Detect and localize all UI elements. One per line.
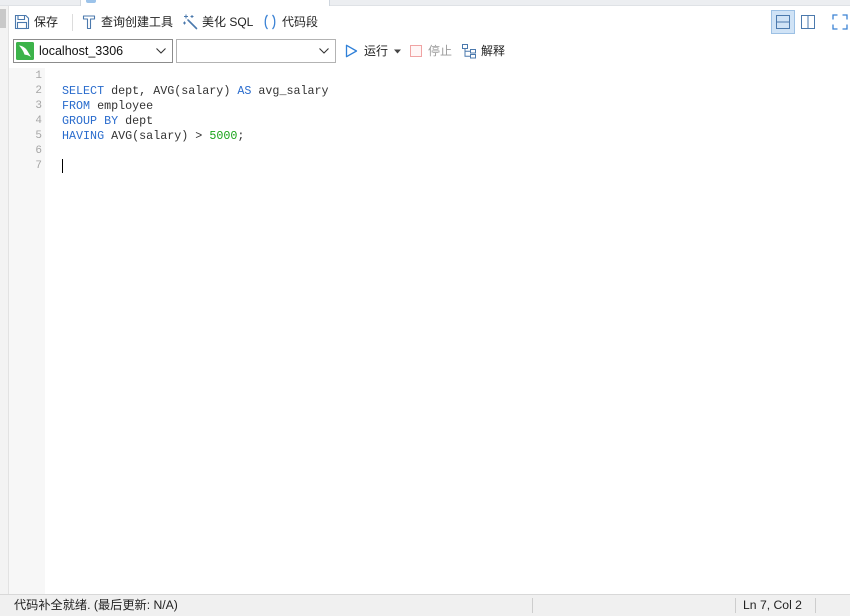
save-button[interactable]: 保存 bbox=[14, 14, 58, 30]
code-token: avg_salary bbox=[251, 84, 329, 98]
chevron-down-icon bbox=[319, 48, 329, 54]
run-label: 运行 bbox=[364, 44, 389, 58]
code-line[interactable] bbox=[62, 144, 850, 159]
explain-icon bbox=[461, 43, 477, 59]
chevron-down-icon bbox=[156, 48, 166, 54]
left-panel-edge bbox=[0, 6, 9, 594]
fullscreen-button[interactable] bbox=[832, 14, 848, 30]
split-vertical-icon bbox=[800, 14, 816, 30]
code-token: dept bbox=[118, 114, 154, 128]
code-line[interactable] bbox=[62, 69, 850, 84]
split-horizontal-view-button[interactable] bbox=[771, 10, 795, 34]
query-builder-button[interactable]: 查询创建工具 bbox=[81, 14, 173, 30]
mysql-connection-icon bbox=[16, 42, 34, 60]
code-line[interactable]: GROUP BY dept bbox=[62, 114, 850, 129]
code-token: FROM bbox=[62, 99, 91, 113]
line-number: 5 bbox=[35, 130, 42, 142]
code-token: employee bbox=[90, 99, 154, 113]
line-number: 7 bbox=[35, 160, 42, 172]
editor-toolbar: 保存 查询创建工具 美化 SQL 代码段 bbox=[0, 6, 850, 38]
line-number: 1 bbox=[35, 70, 42, 82]
explain-button[interactable]: 解释 bbox=[461, 43, 505, 59]
split-vertical-view-button[interactable] bbox=[796, 10, 820, 34]
code-line[interactable]: SELECT dept, AVG(salary) AS avg_salary bbox=[62, 84, 850, 99]
code-token: AVG(salary) > bbox=[104, 129, 210, 143]
cursor-position: Ln 7, Col 2 bbox=[743, 598, 802, 612]
code-snippet-label: 代码段 bbox=[282, 15, 319, 29]
code-snippet-button[interactable]: 代码段 bbox=[262, 14, 318, 30]
text-caret bbox=[62, 159, 63, 173]
run-dropdown-button[interactable] bbox=[394, 43, 401, 59]
code-token: SELECT bbox=[62, 84, 105, 98]
stop-button[interactable]: 停止 bbox=[410, 43, 452, 59]
query-tab-icon bbox=[86, 0, 96, 3]
magic-wand-icon bbox=[182, 14, 198, 30]
database-select[interactable] bbox=[176, 39, 336, 63]
explain-label: 解释 bbox=[481, 44, 506, 58]
query-builder-icon bbox=[81, 14, 97, 30]
query-bar: localhost_3306 运行 停止 解释 bbox=[0, 38, 850, 66]
stop-icon bbox=[410, 45, 422, 57]
run-button[interactable]: 运行 bbox=[345, 43, 388, 59]
stop-label: 停止 bbox=[428, 44, 453, 58]
beautify-sql-label: 美化 SQL bbox=[202, 15, 254, 29]
code-token: 5000 bbox=[209, 129, 238, 143]
play-icon bbox=[345, 44, 358, 58]
connection-select-value: localhost_3306 bbox=[39, 44, 124, 58]
line-number: 3 bbox=[35, 100, 42, 112]
query-builder-label: 查询创建工具 bbox=[101, 15, 174, 29]
code-snippet-icon bbox=[262, 14, 278, 30]
run-dropdown-icon bbox=[394, 49, 401, 54]
code-token: GROUP BY bbox=[62, 114, 119, 128]
beautify-sql-button[interactable]: 美化 SQL bbox=[182, 14, 253, 30]
line-number: 2 bbox=[35, 85, 42, 97]
status-message: 代码补全就绪. (最后更新: N/A) bbox=[14, 598, 178, 612]
code-token: AS bbox=[237, 84, 252, 98]
code-token: dept, AVG(salary) bbox=[104, 84, 238, 98]
toolbar-divider bbox=[72, 14, 73, 31]
connection-select[interactable]: localhost_3306 bbox=[13, 39, 173, 63]
code-line[interactable]: HAVING AVG(salary) > 5000; bbox=[62, 129, 850, 144]
line-number: 6 bbox=[35, 145, 42, 157]
line-number: 4 bbox=[35, 115, 42, 127]
save-icon bbox=[14, 14, 30, 30]
code-line[interactable] bbox=[62, 159, 850, 174]
split-horizontal-icon bbox=[775, 14, 791, 30]
sql-editor[interactable]: 1 2 3 4 5 6 7 SELECT dept, AVG(salary) AS avg_… bbox=[9, 68, 850, 594]
code-token: HAVING bbox=[62, 129, 105, 143]
line-number-gutter: 1 2 3 4 5 6 7 bbox=[9, 68, 45, 594]
save-label: 保存 bbox=[34, 15, 59, 29]
status-bar: 代码补全就绪. (最后更新: N/A) Ln 7, Col 2 bbox=[0, 594, 850, 616]
status-divider bbox=[532, 598, 533, 613]
status-divider bbox=[815, 598, 816, 613]
code-line[interactable]: FROM employee bbox=[62, 99, 850, 114]
status-divider bbox=[735, 598, 736, 613]
fullscreen-icon bbox=[832, 14, 848, 30]
code-area[interactable]: SELECT dept, AVG(salary) AS avg_salary FR… bbox=[45, 68, 850, 594]
code-token: ; bbox=[237, 129, 245, 143]
